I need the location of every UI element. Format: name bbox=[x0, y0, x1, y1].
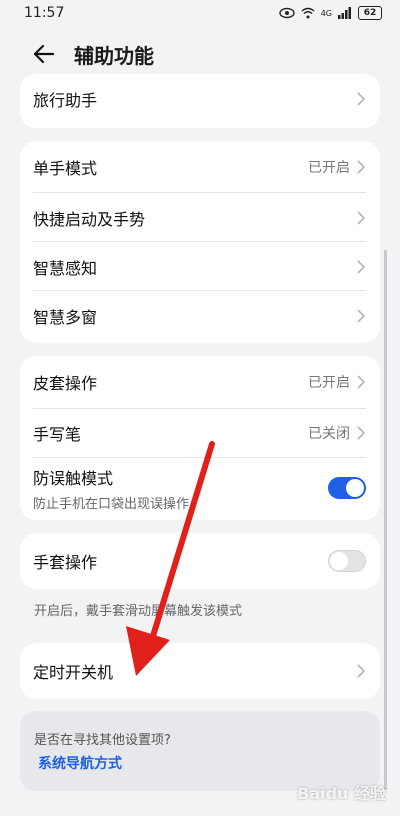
one-hand-mode-item[interactable]: 单手模式 已开启 bbox=[20, 141, 380, 193]
anti-mistouch-label: 防误触模式 bbox=[33, 468, 114, 488]
status-bar: 11:57 4G 62 bbox=[0, 0, 400, 26]
chevron-right-icon bbox=[357, 92, 366, 106]
cover-operation-status: 已开启 bbox=[308, 375, 350, 391]
one-hand-mode-status: 已开启 bbox=[308, 160, 350, 176]
network-type: 4G bbox=[320, 8, 332, 18]
search-suggestion-card: 是否在寻找其他设置项? 系统导航方式 bbox=[20, 711, 380, 791]
chevron-right-icon bbox=[357, 210, 366, 225]
one-hand-mode-label: 单手模式 bbox=[33, 159, 98, 178]
travel-assistant-label: 旅行助手 bbox=[33, 91, 98, 110]
quick-launch-gestures-item[interactable]: 快捷启动及手势 bbox=[20, 193, 380, 242]
chevron-right-icon bbox=[357, 259, 366, 274]
chevron-right-icon bbox=[357, 309, 366, 323]
wifi-icon bbox=[301, 7, 315, 19]
battery-icon: 62 bbox=[358, 6, 382, 20]
accessory-card: 皮套操作 已开启 手写笔 已关闭 防误触模式 防止手机在口袋出现误操作 bbox=[20, 356, 380, 520]
status-time: 11:57 bbox=[24, 5, 65, 21]
smart-multiwindow-label: 智慧多窗 bbox=[33, 308, 98, 327]
scheduled-power-item[interactable]: 定时开关机 bbox=[20, 643, 380, 699]
cover-operation-label: 皮套操作 bbox=[33, 374, 98, 393]
anti-mistouch-item[interactable]: 防误触模式 防止手机在口袋出现误操作 bbox=[20, 458, 380, 518]
smart-sensing-item[interactable]: 智慧感知 bbox=[20, 242, 380, 291]
chevron-right-icon bbox=[357, 426, 366, 440]
suggestion-question: 是否在寻找其他设置项? bbox=[34, 733, 171, 748]
glove-operation-label: 手套操作 bbox=[33, 553, 98, 572]
chevron-right-icon bbox=[357, 160, 366, 174]
signal-icon bbox=[338, 7, 351, 19]
stylus-status: 已关闭 bbox=[308, 426, 350, 442]
cover-operation-item[interactable]: 皮套操作 已开启 bbox=[20, 356, 380, 408]
glove-operation-toggle[interactable] bbox=[328, 550, 366, 572]
smart-multiwindow-item[interactable]: 智慧多窗 bbox=[20, 291, 380, 341]
header: 辅助功能 bbox=[0, 34, 400, 74]
timer-card: 定时开关机 bbox=[20, 643, 380, 699]
anti-mistouch-description: 防止手机在口袋出现误操作 bbox=[33, 496, 190, 512]
eye-icon bbox=[279, 7, 295, 19]
chevron-right-icon bbox=[357, 664, 366, 678]
page-title: 辅助功能 bbox=[74, 44, 154, 68]
glove-operation-item[interactable]: 手套操作 bbox=[20, 533, 380, 589]
travel-card: 旅行助手 bbox=[20, 74, 380, 128]
scheduled-power-label: 定时开关机 bbox=[33, 663, 114, 682]
watermark: Baidu 经验 bbox=[297, 784, 386, 803]
stylus-item[interactable]: 手写笔 已关闭 bbox=[20, 409, 380, 457]
status-icons: 4G 62 bbox=[279, 6, 382, 20]
glove-note: 开启后，戴手套滑动屏幕触发该模式 bbox=[34, 604, 243, 619]
glove-card: 手套操作 bbox=[20, 533, 380, 589]
anti-mistouch-toggle[interactable] bbox=[328, 477, 366, 499]
gesture-card: 单手模式 已开启 快捷启动及手势 智慧感知 智慧多窗 bbox=[20, 141, 380, 343]
back-arrow-icon[interactable] bbox=[32, 42, 56, 66]
chevron-right-icon bbox=[357, 375, 366, 389]
smart-sensing-label: 智慧感知 bbox=[33, 258, 98, 278]
quick-launch-gestures-label: 快捷启动及手势 bbox=[33, 209, 146, 229]
system-navigation-link[interactable]: 系统导航方式 bbox=[38, 753, 122, 773]
scrollbar[interactable] bbox=[384, 250, 387, 790]
stylus-label: 手写笔 bbox=[33, 425, 82, 444]
travel-assistant-item[interactable]: 旅行助手 bbox=[20, 74, 380, 124]
